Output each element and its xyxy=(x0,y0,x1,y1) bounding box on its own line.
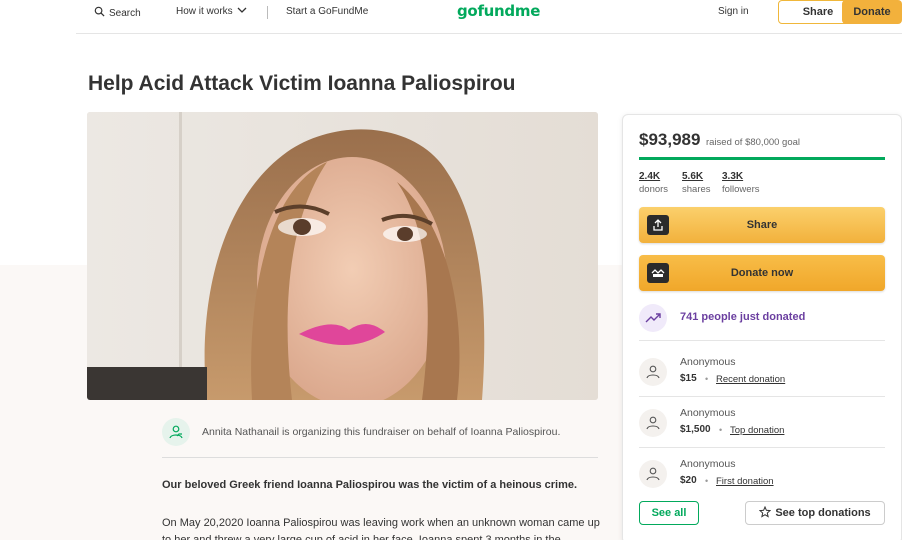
donate-now-button[interactable]: Donate now xyxy=(639,255,885,291)
story-lead: Our beloved Greek friend Ioanna Paliospi… xyxy=(162,479,578,491)
divider xyxy=(639,396,885,397)
stat-shares[interactable]: 5.6K shares xyxy=(682,171,711,195)
signin-link[interactable]: Sign in xyxy=(718,6,749,17)
donation-tag[interactable]: Top donation xyxy=(730,425,784,436)
donation-item: Anonymous $15 • Recent donation xyxy=(639,352,885,398)
trending-icon xyxy=(639,304,667,332)
donation-tag[interactable]: First donation xyxy=(716,476,774,487)
campaign-hero-image[interactable] xyxy=(87,112,598,400)
recent-donors-count: 741 people just donated xyxy=(680,311,806,323)
stat-followers[interactable]: 3.3K followers xyxy=(722,171,760,195)
search-label: Search xyxy=(109,7,141,19)
search-icon xyxy=(94,6,105,20)
top-header: Search How it works Start a GoFundMe gof… xyxy=(76,0,902,34)
story-body: On May 20,2020 Ioanna Paliospirou was le… xyxy=(162,517,600,540)
how-it-works-label: How it works xyxy=(176,6,233,17)
chevron-down-icon xyxy=(237,6,247,17)
organizer-icon xyxy=(162,418,190,446)
how-it-works-menu[interactable]: How it works xyxy=(176,6,247,17)
divider xyxy=(639,340,885,341)
organizer-text: Annita Nathanail is organizing this fund… xyxy=(202,426,561,438)
progress-bar xyxy=(639,157,885,160)
gofundme-logo[interactable]: gofundme xyxy=(457,2,540,20)
donation-tag[interactable]: Recent donation xyxy=(716,374,785,385)
donor-icon xyxy=(639,460,667,488)
campaign-title: Help Acid Attack Victim Ioanna Paliospir… xyxy=(88,72,516,95)
donor-icon xyxy=(639,409,667,437)
raised-amount: $93,989 xyxy=(639,130,701,149)
donation-item: Anonymous $20 • First donation xyxy=(639,454,885,500)
see-all-button[interactable]: See all xyxy=(639,501,699,525)
star-icon xyxy=(759,505,772,521)
organizer-info: Annita Nathanail is organizing this fund… xyxy=(162,418,598,458)
donation-item: Anonymous $1,500 • Top donation xyxy=(639,403,885,449)
stat-donors[interactable]: 2.4K donors xyxy=(639,171,668,195)
portrait-illustration xyxy=(87,112,598,400)
donate-icon xyxy=(647,263,669,283)
nav-divider xyxy=(267,6,268,19)
divider xyxy=(639,447,885,448)
goal-text: raised of $80,000 goal xyxy=(706,137,801,148)
page: Search How it works Start a GoFundMe gof… xyxy=(0,0,902,540)
start-gofundme-link[interactable]: Start a GoFundMe xyxy=(286,6,368,17)
signin-label: Sign in xyxy=(718,6,749,17)
see-top-donations-button[interactable]: See top donations xyxy=(745,501,885,525)
share-button[interactable]: Share xyxy=(639,207,885,243)
progress-bar-fill xyxy=(639,157,885,160)
header-donate-button[interactable]: Donate xyxy=(842,0,902,24)
start-label: Start a GoFundMe xyxy=(286,6,369,17)
donor-icon xyxy=(639,358,667,386)
share-icon xyxy=(647,215,669,235)
search-link[interactable]: Search xyxy=(94,6,141,20)
